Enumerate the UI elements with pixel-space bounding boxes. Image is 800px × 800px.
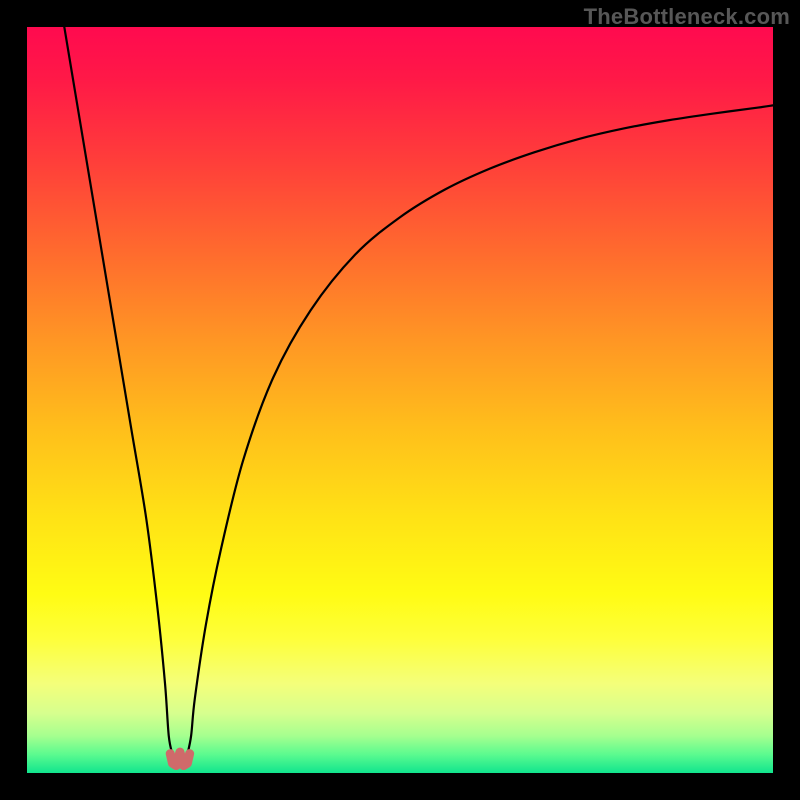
left-branch-path [64, 27, 172, 754]
curve-layer [27, 27, 773, 773]
chart-frame: TheBottleneck.com [0, 0, 800, 800]
right-branch-path [187, 105, 773, 754]
dip-marker-path [170, 752, 189, 765]
watermark-text: TheBottleneck.com [584, 4, 790, 30]
plot-area [27, 27, 773, 773]
